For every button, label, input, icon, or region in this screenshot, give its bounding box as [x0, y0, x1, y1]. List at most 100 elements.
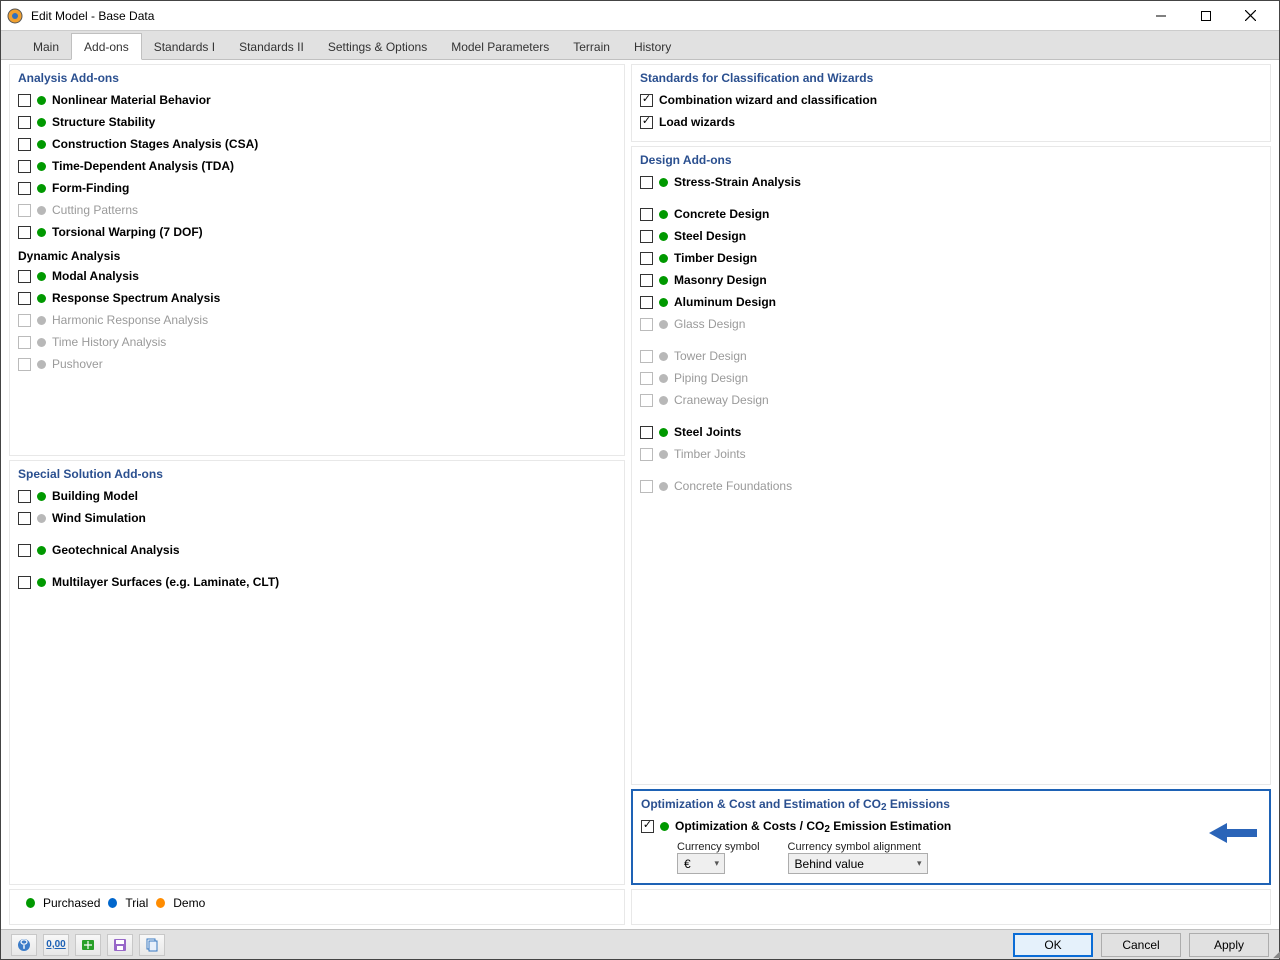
addon-row[interactable]: Response Spectrum Analysis: [18, 287, 616, 309]
status-dot-icon: [37, 184, 46, 193]
tab-settings-options[interactable]: Settings & Options: [316, 34, 439, 59]
select-value: Behind value: [795, 857, 864, 871]
checkbox[interactable]: [18, 116, 31, 129]
checkbox[interactable]: [18, 490, 31, 503]
checkbox[interactable]: [640, 252, 653, 265]
addon-row[interactable]: Nonlinear Material Behavior: [18, 89, 616, 111]
addon-row[interactable]: Geotechnical Analysis: [18, 539, 616, 561]
tab-terrain[interactable]: Terrain: [561, 34, 622, 59]
addon-row[interactable]: Modal Analysis: [18, 265, 616, 287]
checkbox[interactable]: [18, 182, 31, 195]
addon-row[interactable]: Load wizards: [640, 111, 1262, 133]
addon-row: Cutting Patterns: [18, 199, 616, 221]
checkbox[interactable]: [640, 274, 653, 287]
checkbox: [640, 394, 653, 407]
tab-standards-i[interactable]: Standards I: [142, 34, 227, 59]
tab-add-ons[interactable]: Add-ons: [71, 33, 142, 60]
addon-row[interactable]: Structure Stability: [18, 111, 616, 133]
checkbox[interactable]: [640, 176, 653, 189]
addon-row[interactable]: Masonry Design: [640, 269, 1262, 291]
addon-label: Concrete Foundations: [674, 479, 792, 493]
addon-row[interactable]: Timber Design: [640, 247, 1262, 269]
addon-label: Stress-Strain Analysis: [674, 175, 801, 189]
panel-title: Special Solution Add-ons: [18, 465, 616, 485]
tab-standards-ii[interactable]: Standards II: [227, 34, 316, 59]
addon-row-optimization[interactable]: Optimization & Costs / CO2 Emission Esti…: [641, 815, 1261, 837]
status-dot-icon: [660, 822, 669, 831]
addon-row[interactable]: Form-Finding: [18, 177, 616, 199]
checkbox[interactable]: [640, 208, 653, 221]
status-dot-icon: [659, 482, 668, 491]
status-dot-icon: [659, 396, 668, 405]
tab-model-parameters[interactable]: Model Parameters: [439, 34, 561, 59]
addon-row[interactable]: Time-Dependent Analysis (TDA): [18, 155, 616, 177]
minimize-button[interactable]: [1138, 2, 1183, 30]
tab-history[interactable]: History: [622, 34, 683, 59]
maximize-button[interactable]: [1183, 2, 1228, 30]
addon-row[interactable]: Wind Simulation: [18, 507, 616, 529]
close-button[interactable]: [1228, 2, 1273, 30]
panel-title: Optimization & Cost and Estimation of CO…: [641, 795, 1261, 815]
addon-row[interactable]: Combination wizard and classification: [640, 89, 1262, 111]
apply-button[interactable]: Apply: [1189, 933, 1269, 957]
checkbox[interactable]: [18, 576, 31, 589]
addon-row[interactable]: Stress-Strain Analysis: [640, 171, 1262, 193]
resize-grip-icon[interactable]: ◢: [1273, 951, 1277, 957]
left-column: Analysis Add-ons Nonlinear Material Beha…: [9, 64, 625, 925]
checkbox[interactable]: [641, 820, 654, 833]
addon-label: Concrete Design: [674, 207, 769, 221]
status-dot-icon: [37, 338, 46, 347]
checkbox[interactable]: [18, 138, 31, 151]
addon-label: Steel Joints: [674, 425, 741, 439]
addon-label: Geotechnical Analysis: [52, 543, 180, 557]
status-dot-icon: [37, 228, 46, 237]
addon-row[interactable]: Multilayer Surfaces (e.g. Laminate, CLT): [18, 571, 616, 593]
legend: Purchased Trial Demo: [18, 890, 616, 916]
checkbox[interactable]: [640, 94, 653, 107]
checkbox[interactable]: [18, 270, 31, 283]
tab-main[interactable]: Main: [21, 34, 71, 59]
save-button[interactable]: [107, 934, 133, 956]
addon-row[interactable]: Steel Joints: [640, 421, 1262, 443]
right-column: Standards for Classification and Wizards…: [631, 64, 1271, 925]
checkbox[interactable]: [640, 116, 653, 129]
copy-button[interactable]: [139, 934, 165, 956]
checkbox[interactable]: [640, 426, 653, 439]
addon-label: Steel Design: [674, 229, 746, 243]
addon-label: Building Model: [52, 489, 138, 503]
checkbox[interactable]: [18, 94, 31, 107]
e2h-button[interactable]: [75, 934, 101, 956]
checkbox[interactable]: [18, 226, 31, 239]
addon-row[interactable]: Concrete Design: [640, 203, 1262, 225]
status-dot-icon: [659, 298, 668, 307]
checkbox[interactable]: [18, 512, 31, 525]
status-dot-icon: [37, 316, 46, 325]
ok-button[interactable]: OK: [1013, 933, 1093, 957]
alignment-select[interactable]: Behind value ▾: [788, 853, 928, 874]
addon-row[interactable]: Building Model: [18, 485, 616, 507]
addon-row[interactable]: Steel Design: [640, 225, 1262, 247]
checkbox: [18, 358, 31, 371]
currency-select[interactable]: € ▾: [677, 853, 725, 874]
units-button[interactable]: 0,00: [43, 934, 69, 956]
panel-standards: Standards for Classification and Wizards…: [631, 64, 1271, 142]
addon-label: Timber Design: [674, 251, 757, 265]
chevron-down-icon: ▾: [714, 858, 719, 869]
checkbox: [18, 204, 31, 217]
addon-label: Multilayer Surfaces (e.g. Laminate, CLT): [52, 575, 279, 589]
checkbox[interactable]: [18, 160, 31, 173]
legend-dot-purchased: [26, 898, 35, 908]
addon-row[interactable]: Construction Stages Analysis (CSA): [18, 133, 616, 155]
checkbox[interactable]: [640, 230, 653, 243]
addon-row[interactable]: Aluminum Design: [640, 291, 1262, 313]
help-button[interactable]: [11, 934, 37, 956]
cancel-button[interactable]: Cancel: [1101, 933, 1181, 957]
addon-row: Harmonic Response Analysis: [18, 309, 616, 331]
addon-row[interactable]: Torsional Warping (7 DOF): [18, 221, 616, 243]
checkbox[interactable]: [18, 292, 31, 305]
status-dot-icon: [37, 578, 46, 587]
checkbox[interactable]: [640, 296, 653, 309]
checkbox[interactable]: [18, 544, 31, 557]
addon-label: Structure Stability: [52, 115, 155, 129]
callout-arrow-icon: [1209, 819, 1259, 847]
